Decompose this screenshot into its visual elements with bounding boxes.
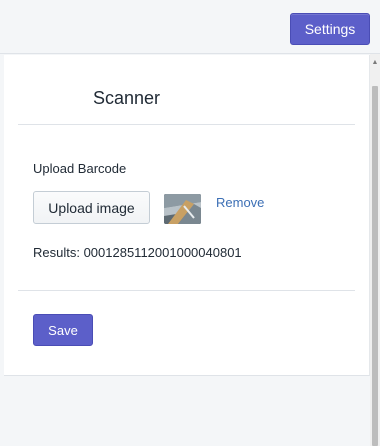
thumbnail-image xyxy=(164,194,201,224)
save-button[interactable]: Save xyxy=(33,314,93,346)
scrollbar-thumb[interactable] xyxy=(372,86,378,446)
upload-image-button[interactable]: Upload image xyxy=(33,191,150,224)
app-frame: Settings Scanner Upload Barcode Upload i… xyxy=(0,0,380,446)
scroll-up-arrow-icon[interactable]: ▲ xyxy=(371,58,379,68)
barcode-image-thumbnail xyxy=(164,194,201,224)
upload-barcode-label: Upload Barcode xyxy=(33,161,127,176)
settings-button[interactable]: Settings xyxy=(290,13,370,45)
results-text: Results: 0001285112001000040801 xyxy=(33,245,242,260)
panel-title: Scanner xyxy=(93,88,161,108)
divider-top xyxy=(18,124,355,125)
divider-bottom xyxy=(18,290,355,291)
scanner-panel: Scanner Upload Barcode Upload image Remo… xyxy=(4,55,370,376)
remove-link[interactable]: Remove xyxy=(216,195,264,210)
top-bar: Settings xyxy=(0,0,380,54)
